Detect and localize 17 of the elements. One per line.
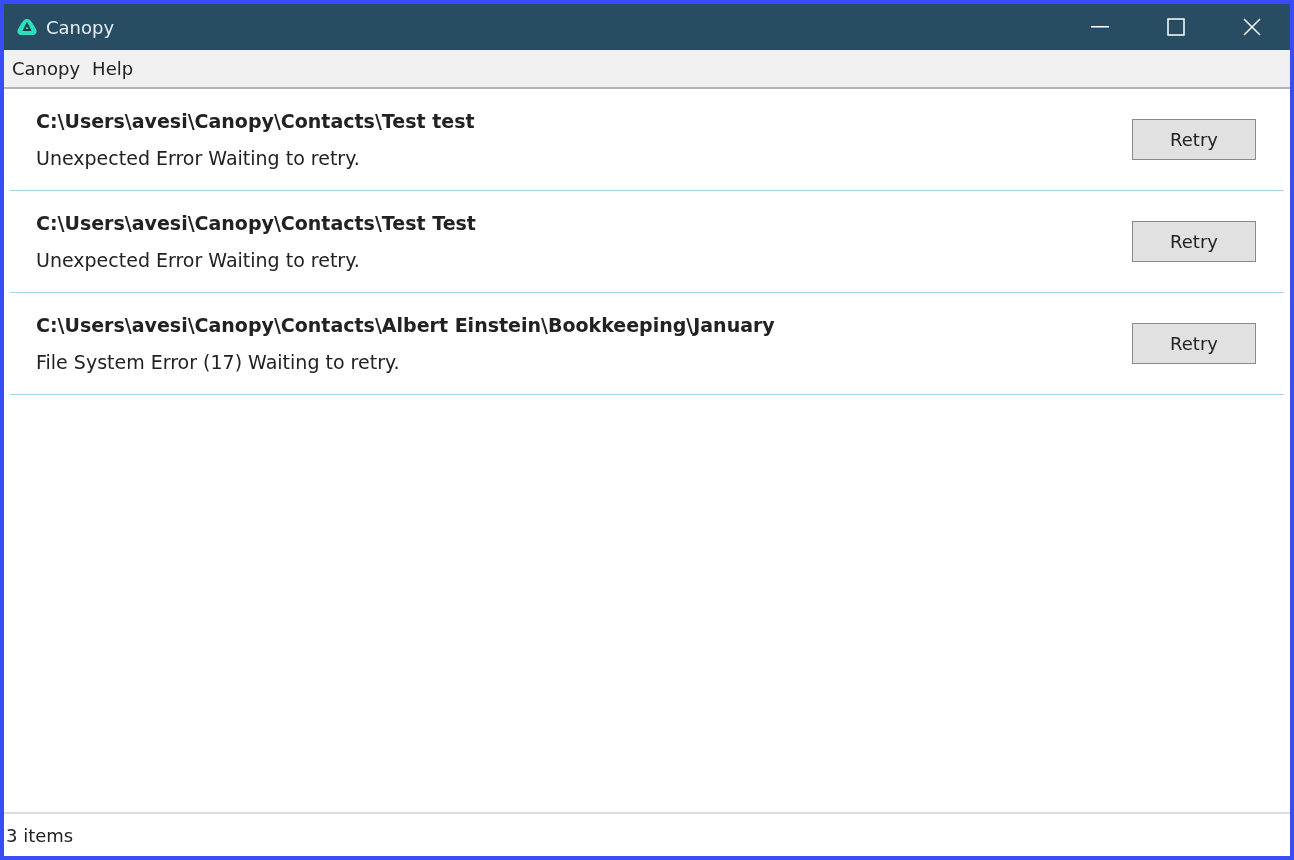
window-title: Canopy <box>46 15 115 40</box>
retry-button[interactable]: Retry <box>1132 323 1256 364</box>
menu-item[interactable]: Canopy <box>8 55 85 82</box>
minimize-icon <box>1091 26 1109 28</box>
app-logo-icon <box>16 18 38 36</box>
item-status: Unexpected Error Waiting to retry. <box>36 145 361 171</box>
item-path: C:\Users\avesi\Canopy\Contacts\Test Test <box>36 211 477 236</box>
maximize-icon <box>1167 18 1185 36</box>
menu-item[interactable]: Help <box>88 55 138 82</box>
item-status: File System Error (17) Waiting to retry. <box>36 349 401 375</box>
item-count: 3 items <box>6 823 74 848</box>
close-icon <box>1243 18 1261 36</box>
item-path: C:\Users\avesi\Canopy\Contacts\Test test <box>36 109 476 134</box>
retry-button[interactable]: Retry <box>1132 221 1256 262</box>
item-status: Unexpected Error Waiting to retry. <box>36 247 361 273</box>
item-path: C:\Users\avesi\Canopy\Contacts\Albert Einstein\Bookkeeping\January <box>36 313 776 338</box>
retry-button[interactable]: Retry <box>1132 119 1256 160</box>
